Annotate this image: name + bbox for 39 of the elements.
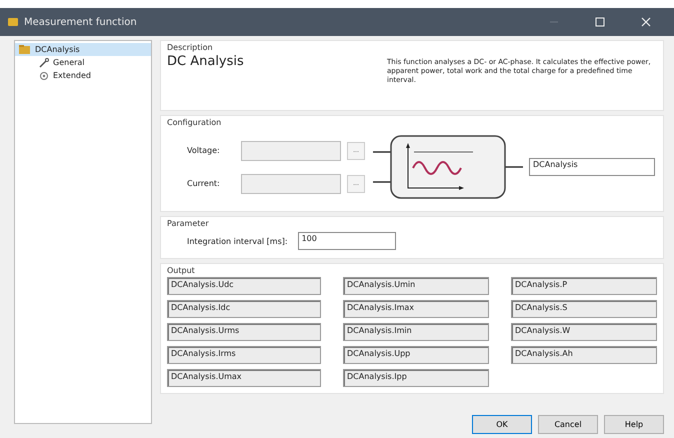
output-field: DCAnalysis.Irms (167, 346, 321, 364)
output-name-field[interactable]: DCAnalysis (529, 158, 655, 176)
app-icon (8, 18, 18, 26)
output-field: DCAnalysis.Imin (343, 323, 489, 341)
input-field[interactable]: 100 (298, 232, 396, 250)
window-title: Measurement function (24, 16, 138, 28)
tree-item[interactable]: General (35, 56, 151, 69)
folder-icon (19, 45, 31, 54)
close-icon[interactable] (641, 17, 651, 27)
output-field: DCAnalysis.Ipp (343, 369, 489, 387)
section-title: Output (167, 266, 196, 275)
output-field: DCAnalysis.W (511, 323, 657, 341)
output-field: DCAnalysis.Imax (343, 300, 489, 318)
maximize-icon[interactable] (595, 17, 605, 27)
tree-item[interactable]: DCAnalysis (15, 43, 151, 56)
output-field: DCAnalysis.P (511, 277, 657, 295)
field-label: Current: (187, 179, 221, 188)
dialog-button[interactable]: Help (604, 415, 664, 434)
input-field[interactable] (241, 174, 341, 194)
output-field: DCAnalysis.S (511, 300, 657, 318)
wrench-icon (39, 58, 49, 68)
function-name: DC Analysis (167, 54, 245, 71)
field-label: Voltage: (187, 146, 221, 155)
section-title: Description (167, 43, 214, 52)
section-title: Configuration (167, 118, 222, 127)
output-field: DCAnalysis.Umin (343, 277, 489, 295)
dialog-button[interactable]: Cancel (538, 415, 598, 434)
tree-item[interactable]: Extended (35, 69, 151, 82)
section-title: Parameter (167, 219, 210, 228)
output-field: DCAnalysis.Upp (343, 346, 489, 364)
output-field: DCAnalysis.Urms (167, 323, 321, 341)
output-field: DCAnalysis.Udc (167, 277, 321, 295)
output-field: DCAnalysis.Ah (511, 346, 657, 364)
output-field: DCAnalysis.Idc (167, 300, 321, 318)
field-label: Integration interval [ms]: (187, 236, 288, 246)
gear-icon (39, 70, 49, 80)
input-field[interactable] (241, 140, 341, 160)
dialog-button[interactable]: OK (472, 415, 532, 434)
output-field: DCAnalysis.Umax (167, 369, 321, 387)
